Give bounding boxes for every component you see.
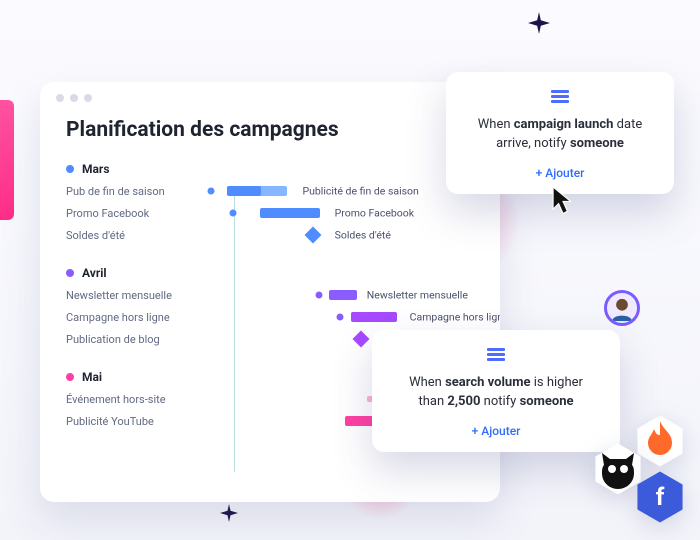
month-label: Mai <box>82 370 102 384</box>
facebook-icon[interactable]: f <box>636 470 684 524</box>
sparkle-icon <box>528 12 550 34</box>
bar-label: Newsletter mensuelle <box>367 289 468 302</box>
fire-icon[interactable] <box>636 414 684 468</box>
stack-icon <box>487 348 505 362</box>
cursor-icon <box>552 186 574 214</box>
decorative-pink-bar <box>0 100 14 220</box>
sparkle-icon <box>220 504 238 522</box>
row-label: Publication de blog <box>66 333 206 346</box>
bar-label: Publicité de fin de saison <box>302 185 418 198</box>
bar-label: Soldes d'été <box>335 229 391 242</box>
stack-icon <box>551 90 569 104</box>
avatar <box>604 290 640 326</box>
automation-card-campaign[interactable]: When campaign launch date arrive, notify… <box>446 72 674 194</box>
row-label: Publicité YouTube <box>66 415 206 428</box>
bar-label: Promo Facebook <box>335 207 414 220</box>
row-label: Campagne hors ligne <box>66 311 206 324</box>
window-dots <box>56 94 92 102</box>
bar-label: Campagne hors ligne <box>410 311 500 324</box>
gantt-row[interactable]: Soldes d'été Soldes d'été <box>66 224 474 246</box>
integration-icons: f <box>564 414 694 534</box>
row-label: Soldes d'été <box>66 229 206 242</box>
gantt-row[interactable]: Campagne hors ligne Campagne hors ligne <box>66 306 474 328</box>
gantt-row[interactable]: Pub de fin de saison Publicité de fin de… <box>66 180 474 202</box>
month-section-mars: Mars Pub de fin de saison Publicité de f… <box>40 152 500 248</box>
add-button[interactable]: + Ajouter <box>468 166 652 180</box>
month-header[interactable]: Avril <box>66 260 474 284</box>
owl-icon[interactable] <box>594 442 642 496</box>
row-label: Événement hors-site <box>66 393 206 406</box>
page-title: Planification des campagnes <box>40 110 500 152</box>
gantt-row[interactable]: Promo Facebook Promo Facebook <box>66 202 474 224</box>
month-label: Avril <box>82 266 107 280</box>
month-header[interactable]: Mars <box>66 156 474 180</box>
row-label: Newsletter mensuelle <box>66 289 206 302</box>
row-label: Pub de fin de saison <box>66 185 206 198</box>
row-label: Promo Facebook <box>66 207 206 220</box>
gantt-row[interactable]: Newsletter mensuelle Newsletter mensuell… <box>66 284 474 306</box>
card-text: When campaign launch date arrive, notify… <box>468 116 652 154</box>
month-label: Mars <box>82 162 110 176</box>
card-text: When search volume is higher than 2,500 … <box>394 374 598 412</box>
